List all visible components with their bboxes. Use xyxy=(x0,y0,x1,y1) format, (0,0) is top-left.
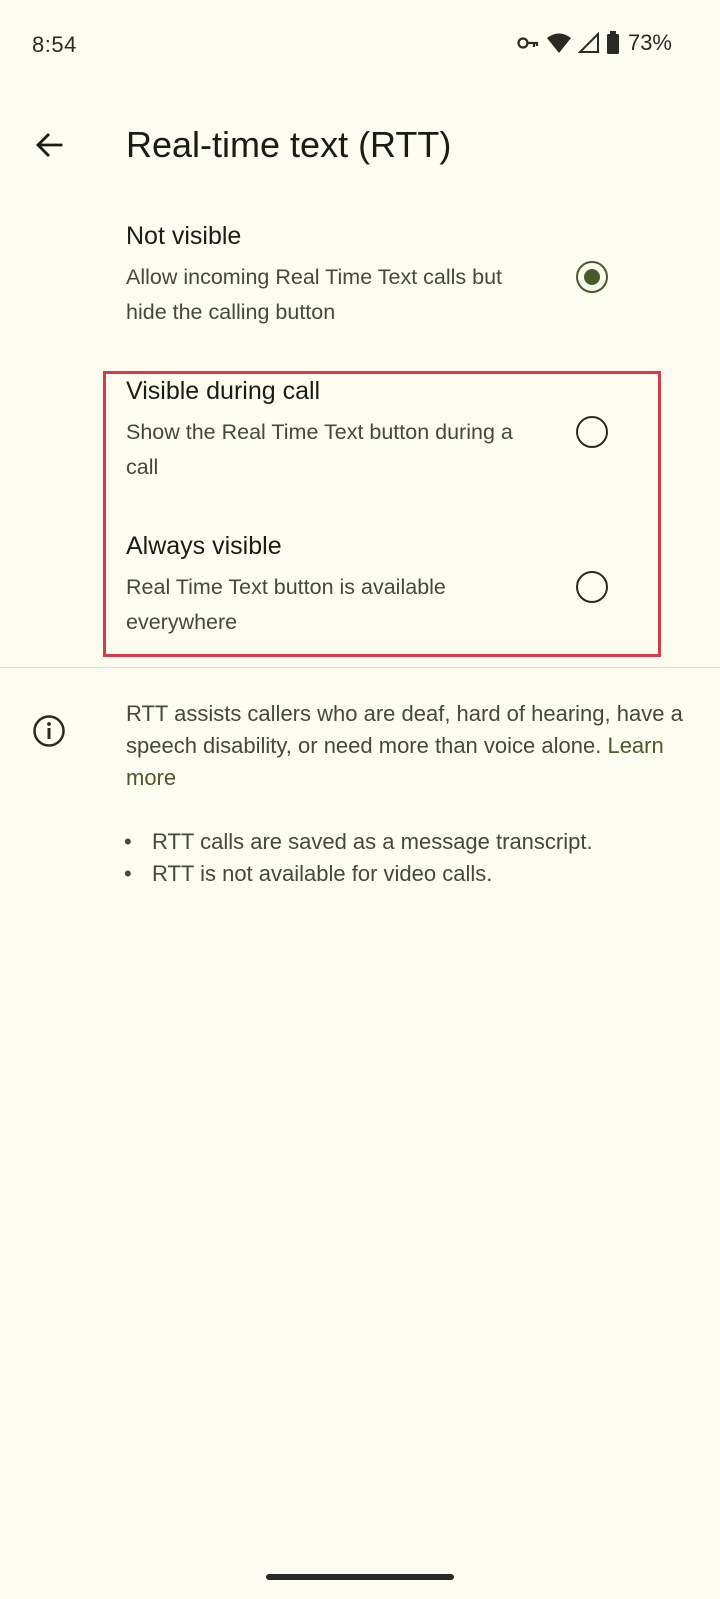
back-button[interactable] xyxy=(24,122,74,172)
status-bar: 8:54 73% xyxy=(0,0,720,92)
info-text: RTT assists callers who are deaf, hard o… xyxy=(126,698,686,794)
info-icon xyxy=(32,714,66,748)
option-title: Visible during call xyxy=(126,377,321,405)
bullet-icon: • xyxy=(124,861,132,886)
list-item: • RTT is not available for video calls. xyxy=(124,858,694,890)
wifi-icon xyxy=(546,32,572,54)
option-visible-during-call[interactable]: Visible during call Show the Real Time T… xyxy=(0,377,720,497)
arrow-back-icon xyxy=(33,129,65,166)
radio-button[interactable] xyxy=(576,416,608,448)
radio-button-selected[interactable] xyxy=(576,261,608,293)
option-always-visible[interactable]: Always visible Real Time Text button is … xyxy=(0,532,720,652)
bullet-text: RTT calls are saved as a message transcr… xyxy=(152,829,593,854)
radio-button[interactable] xyxy=(576,571,608,603)
page-title: Real-time text (RTT) xyxy=(126,124,452,165)
option-not-visible[interactable]: Not visible Allow incoming Real Time Tex… xyxy=(0,222,720,342)
option-title: Always visible xyxy=(126,532,282,560)
status-time: 8:54 xyxy=(32,32,77,57)
cell-signal-icon xyxy=(577,32,600,54)
divider xyxy=(0,667,720,668)
list-item: • RTT calls are saved as a message trans… xyxy=(124,826,694,858)
gesture-nav-handle[interactable] xyxy=(266,1574,454,1580)
info-description: RTT assists callers who are deaf, hard o… xyxy=(126,701,683,758)
vpn-key-icon xyxy=(516,33,540,53)
option-summary: Real Time Text button is available every… xyxy=(126,575,446,634)
option-title: Not visible xyxy=(126,222,242,250)
bullet-icon: • xyxy=(124,829,132,854)
battery-percentage: 73% xyxy=(627,30,672,55)
app-bar: Real-time text (RTT) xyxy=(0,110,720,190)
battery-icon xyxy=(606,31,620,55)
info-bullets: • RTT calls are saved as a message trans… xyxy=(124,826,694,890)
status-icons: 73% xyxy=(516,30,672,56)
option-summary: Allow incoming Real Time Text calls but … xyxy=(126,265,503,324)
option-summary: Show the Real Time Text button during a … xyxy=(126,420,513,479)
bullet-text: RTT is not available for video calls. xyxy=(152,861,493,886)
